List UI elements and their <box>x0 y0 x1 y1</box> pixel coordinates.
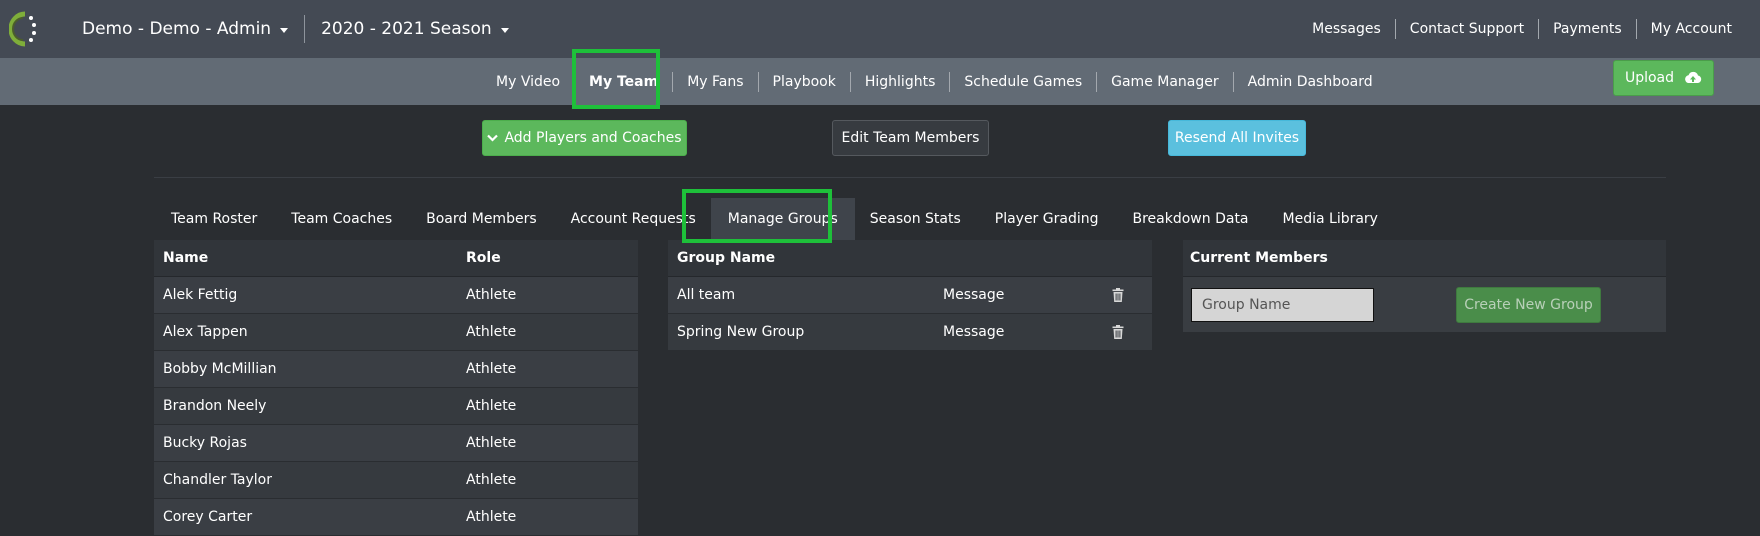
delete-group-button[interactable] <box>1103 325 1133 339</box>
edit-team-members-label: Edit Team Members <box>841 130 980 146</box>
section-divider <box>154 177 1666 178</box>
group-name-input[interactable] <box>1191 288 1374 322</box>
contact-support-link[interactable]: Contact Support <box>1396 21 1538 37</box>
roster-table: Name Role Alek Fettig Athlete Alex Tappe… <box>154 240 638 536</box>
table-row[interactable]: All team Message <box>668 277 1152 314</box>
player-name: Bobby McMillian <box>163 361 277 377</box>
groups-header: Group Name <box>668 240 1152 277</box>
season-dropdown[interactable]: 2020 - 2021 Season <box>309 19 521 39</box>
edit-team-members-button[interactable]: Edit Team Members <box>832 120 989 156</box>
player-role: Athlete <box>466 398 517 414</box>
tab-manage-groups[interactable]: Manage Groups <box>710 198 855 240</box>
tab-board-members[interactable]: Board Members <box>409 198 553 240</box>
player-role: Athlete <box>466 472 517 488</box>
table-row[interactable]: Corey Carter Athlete <box>154 499 638 536</box>
group-name-column-header: Group Name <box>677 250 776 266</box>
group-name: Spring New Group <box>677 324 805 340</box>
top-links: Messages Contact Support Payments My Acc… <box>1298 19 1746 39</box>
group-name: All team <box>677 287 736 303</box>
nav-my-fans[interactable]: My Fans <box>673 74 757 90</box>
player-role: Athlete <box>466 287 517 303</box>
table-row[interactable]: Spring New Group Message <box>668 314 1152 351</box>
create-group-form: Create New Group <box>1183 277 1666 333</box>
roster-header: Name Role <box>154 240 638 277</box>
name-column-header: Name <box>163 250 209 266</box>
create-new-group-label: Create New Group <box>1464 297 1593 313</box>
message-group-button[interactable]: Message <box>943 287 1103 303</box>
season-dropdown-label: 2020 - 2021 Season <box>321 19 492 39</box>
current-members-panel: Current Members Create New Group <box>1183 240 1666 332</box>
player-name: Alek Fettig <box>163 287 238 303</box>
my-account-link[interactable]: My Account <box>1637 21 1746 37</box>
tab-season-stats[interactable]: Season Stats <box>853 198 978 240</box>
player-role: Athlete <box>466 509 517 525</box>
team-dropdown-label: Demo - Demo - Admin <box>82 19 272 39</box>
player-role: Athlete <box>466 361 517 377</box>
roster-body: Alek Fettig Athlete Alex Tappen Athlete … <box>154 277 638 536</box>
tab-media-library[interactable]: Media Library <box>1266 198 1395 240</box>
nav-playbook[interactable]: Playbook <box>759 74 850 90</box>
table-row[interactable]: Bucky Rojas Athlete <box>154 425 638 462</box>
player-name: Alex Tappen <box>163 324 248 340</box>
app-logo[interactable] <box>8 10 40 48</box>
team-tabs: Team Roster Team Coaches Board Members A… <box>154 198 1666 240</box>
divider <box>304 15 306 43</box>
groups-table: Group Name All team Message Spring New G… <box>668 240 1152 351</box>
caret-down-icon <box>280 27 289 33</box>
current-members-header: Current Members <box>1183 240 1666 277</box>
nav-schedule-games[interactable]: Schedule Games <box>950 74 1096 90</box>
chevron-down-icon <box>487 134 499 142</box>
groups-body: All team Message Spring New Group Messag… <box>668 277 1152 351</box>
create-new-group-button[interactable]: Create New Group <box>1456 287 1601 323</box>
nav-highlights[interactable]: Highlights <box>851 74 950 90</box>
delete-group-button[interactable] <box>1103 288 1133 302</box>
tab-breakdown-data[interactable]: Breakdown Data <box>1116 198 1266 240</box>
team-dropdown[interactable]: Demo - Demo - Admin <box>70 19 300 39</box>
nav-admin-dashboard[interactable]: Admin Dashboard <box>1234 74 1387 90</box>
top-bar: Demo - Demo - Admin 2020 - 2021 Season M… <box>0 0 1760 58</box>
add-players-coaches-label: Add Players and Coaches <box>504 130 682 146</box>
secondary-nav-items: My Video My Team My Fans Playbook Highli… <box>482 58 1387 105</box>
nav-my-team[interactable]: My Team <box>575 74 672 90</box>
tab-player-grading[interactable]: Player Grading <box>978 198 1116 240</box>
caret-down-icon <box>500 27 509 33</box>
player-name: Brandon Neely <box>163 398 267 414</box>
message-group-button[interactable]: Message <box>943 324 1103 340</box>
add-players-coaches-button[interactable]: Add Players and Coaches <box>482 120 687 156</box>
table-row[interactable]: Alex Tappen Athlete <box>154 314 638 351</box>
upload-button[interactable]: Upload <box>1613 60 1714 96</box>
nav-game-manager[interactable]: Game Manager <box>1097 74 1233 90</box>
player-name: Chandler Taylor <box>163 472 273 488</box>
table-row[interactable]: Alek Fettig Athlete <box>154 277 638 314</box>
player-role: Athlete <box>466 324 517 340</box>
table-row[interactable]: Chandler Taylor Athlete <box>154 462 638 499</box>
role-column-header: Role <box>466 250 501 266</box>
table-row[interactable]: Bobby McMillian Athlete <box>154 351 638 388</box>
trash-icon <box>1112 288 1124 302</box>
table-row[interactable]: Brandon Neely Athlete <box>154 388 638 425</box>
top-bar-left: Demo - Demo - Admin 2020 - 2021 Season <box>0 10 521 48</box>
resend-all-invites-button[interactable]: Resend All Invites <box>1168 120 1306 156</box>
player-name: Corey Carter <box>163 509 253 525</box>
upload-label: Upload <box>1624 70 1675 86</box>
player-name: Bucky Rojas <box>163 435 247 451</box>
cloud-upload-icon <box>1685 71 1702 83</box>
tab-account-requests[interactable]: Account Requests <box>554 198 713 240</box>
trash-icon <box>1112 325 1124 339</box>
resend-all-invites-label: Resend All Invites <box>1174 130 1300 146</box>
tab-team-coaches[interactable]: Team Coaches <box>274 198 409 240</box>
secondary-nav: My Video My Team My Fans Playbook Highli… <box>0 58 1760 105</box>
payments-link[interactable]: Payments <box>1539 21 1636 37</box>
player-role: Athlete <box>466 435 517 451</box>
tab-team-roster[interactable]: Team Roster <box>154 198 274 240</box>
messages-link[interactable]: Messages <box>1298 21 1395 37</box>
nav-my-video[interactable]: My Video <box>482 74 574 90</box>
